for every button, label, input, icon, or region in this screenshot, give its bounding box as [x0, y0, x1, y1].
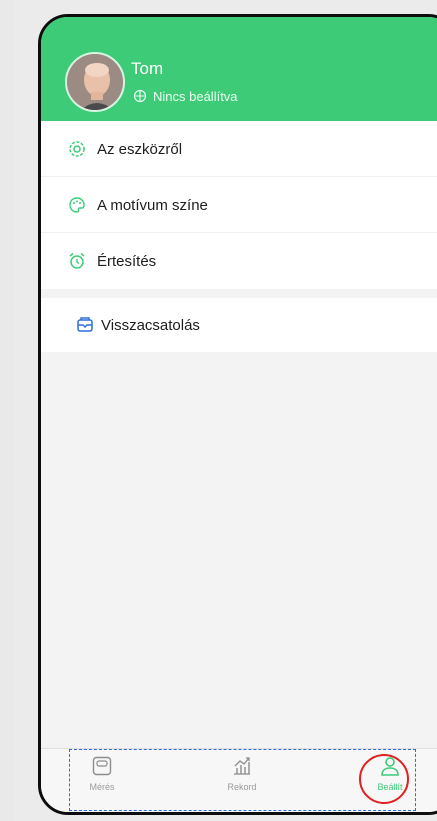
menu-item-feedback[interactable]: Visszacsatolás ›: [41, 298, 437, 352]
menu-item-about-device[interactable]: Az eszközről ›: [41, 121, 437, 177]
profile-header[interactable]: Tom Nincs beállítva ›: [41, 17, 437, 121]
menu-item-notification[interactable]: Értesítés ›: [41, 233, 437, 289]
left-edge-strip: [0, 0, 14, 821]
feedback-icon: [77, 317, 93, 332]
menu-group-feedback: Visszacsatolás ›: [41, 298, 437, 352]
menu-item-label: Az eszközről: [97, 140, 183, 158]
menu-item-label: A motívum színe: [97, 196, 208, 214]
menu-item-theme-color[interactable]: A motívum színe ›: [41, 177, 437, 233]
palette-icon: [69, 197, 85, 213]
phone-frame: Tom Nincs beállítva › Az eszközről ›: [38, 14, 437, 815]
user-name: Tom: [131, 59, 164, 78]
gear-icon: [69, 141, 85, 157]
menu-group-device: Az eszközről › A motívum színe › Értesít…: [41, 121, 437, 289]
globe-icon: [133, 89, 147, 103]
menu-item-label: Értesítés: [97, 252, 157, 270]
alarm-clock-icon: [69, 252, 85, 269]
avatar-photo: [67, 54, 123, 110]
menu-item-label: Visszacsatolás: [101, 316, 200, 334]
avatar[interactable]: [65, 52, 125, 112]
user-region: Nincs beállítva: [153, 89, 238, 104]
settings-tab-highlight-circle: [359, 754, 409, 804]
